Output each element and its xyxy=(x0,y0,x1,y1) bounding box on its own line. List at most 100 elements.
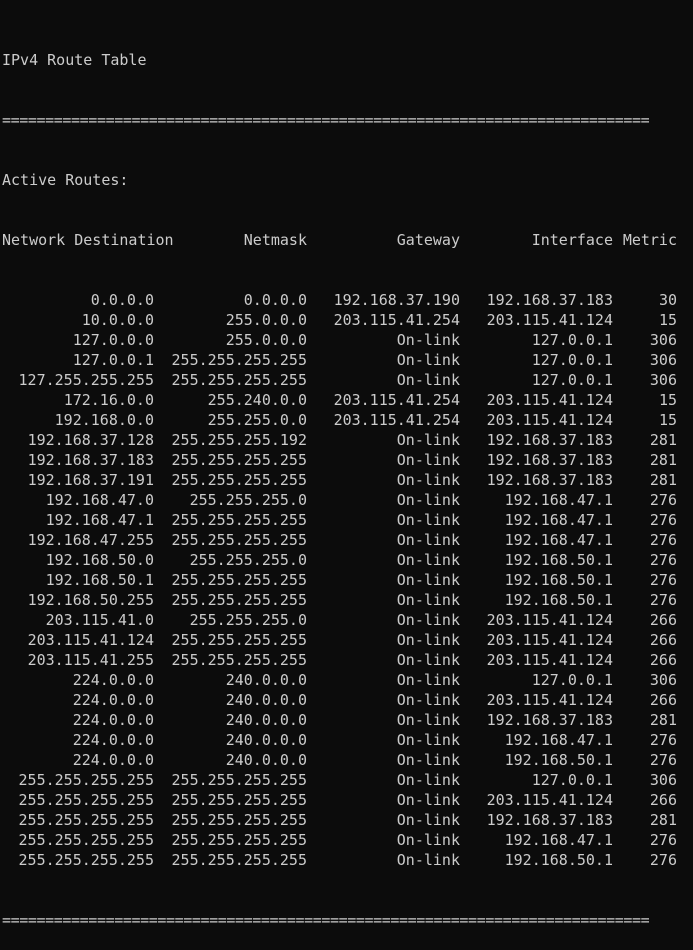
table-row: 192.168.37.183 255.255.255.255 On-link 192.… xyxy=(2,450,691,470)
route-destination: 127.0.0.1 xyxy=(72,351,154,369)
table-row: 192.168.47.255 255.255.255.255 On-link 192.… xyxy=(2,530,691,550)
route-gateway: On-link xyxy=(396,711,460,729)
route-gateway: On-link xyxy=(396,371,460,389)
route-netmask: 255.255.255.255 xyxy=(171,451,307,469)
route-metric: 276 xyxy=(649,591,677,609)
route-destination: 192.168.47.255 xyxy=(27,531,154,549)
route-interface: 203.115.41.124 xyxy=(486,391,613,409)
route-interface: 127.0.0.1 xyxy=(531,331,613,349)
route-destination: 255.255.255.255 xyxy=(18,771,154,789)
route-destination: 224.0.0.0 xyxy=(72,751,154,769)
route-netmask: 240.0.0.0 xyxy=(225,711,307,729)
console-output: IPv4 Route Table =======================… xyxy=(2,10,691,950)
table-row: 224.0.0.0 240.0.0.0 On-link 203.115.41.124 2… xyxy=(2,690,691,710)
route-metric: 266 xyxy=(649,631,677,649)
route-netmask: 255.255.255.255 xyxy=(171,791,307,809)
route-gateway: On-link xyxy=(396,351,460,369)
table-row: 255.255.255.255 255.255.255.255 On-link 192… xyxy=(2,850,691,870)
route-metric: 281 xyxy=(649,431,677,449)
route-interface: 127.0.0.1 xyxy=(531,371,613,389)
route-metric: 276 xyxy=(649,751,677,769)
route-metric: 306 xyxy=(649,371,677,389)
table-row: 255.255.255.255 255.255.255.255 On-link 192… xyxy=(2,810,691,830)
route-netmask: 255.255.255.255 xyxy=(171,571,307,589)
route-gateway: On-link xyxy=(396,651,460,669)
route-destination: 192.168.50.0 xyxy=(45,551,154,569)
route-gateway: On-link xyxy=(396,531,460,549)
route-interface: 192.168.37.183 xyxy=(486,291,613,309)
table-row: 255.255.255.255 255.255.255.255 On-link 192… xyxy=(2,830,691,850)
route-gateway: On-link xyxy=(396,811,460,829)
route-netmask: 255.255.255.192 xyxy=(171,431,307,449)
table-row: 0.0.0.0 0.0.0.0 192.168.37.190 192.168.37.1… xyxy=(2,290,691,310)
route-metric: 306 xyxy=(649,771,677,789)
route-gateway: 192.168.37.190 xyxy=(333,291,460,309)
route-destination: 224.0.0.0 xyxy=(72,691,154,709)
route-gateway: On-link xyxy=(396,851,460,869)
route-destination: 0.0.0.0 xyxy=(90,291,154,309)
route-netmask: 255.255.255.0 xyxy=(189,491,307,509)
table-row: 224.0.0.0 240.0.0.0 On-link 192.168.50.1 276 xyxy=(2,750,691,770)
route-destination: 224.0.0.0 xyxy=(72,731,154,749)
route-interface: 192.168.47.1 xyxy=(504,511,613,529)
route-interface: 203.115.41.124 xyxy=(486,691,613,709)
route-interface: 203.115.41.124 xyxy=(486,611,613,629)
table-row: 192.168.47.1 255.255.255.255 On-link 192.16… xyxy=(2,510,691,530)
route-netmask: 255.255.255.0 xyxy=(189,611,307,629)
table-row: 203.115.41.124 255.255.255.255 On-link 203.… xyxy=(2,630,691,650)
route-interface: 192.168.50.1 xyxy=(504,851,613,869)
route-netmask: 255.255.255.255 xyxy=(171,811,307,829)
route-netmask: 255.0.0.0 xyxy=(225,331,307,349)
route-metric: 30 xyxy=(658,291,677,309)
route-metric: 266 xyxy=(649,691,677,709)
table-row: 127.255.255.255 255.255.255.255 On-link 127… xyxy=(2,370,691,390)
route-netmask: 255.0.0.0 xyxy=(225,311,307,329)
route-gateway: On-link xyxy=(396,451,460,469)
route-metric: 306 xyxy=(649,671,677,689)
route-gateway: On-link xyxy=(396,751,460,769)
route-netmask: 255.240.0.0 xyxy=(207,391,307,409)
route-netmask: 255.255.255.0 xyxy=(189,551,307,569)
route-interface: 192.168.47.1 xyxy=(504,531,613,549)
route-metric: 281 xyxy=(649,711,677,729)
route-interface: 203.115.41.124 xyxy=(486,411,613,429)
route-metric: 276 xyxy=(649,491,677,509)
route-destination: 192.168.0.0 xyxy=(54,411,154,429)
route-gateway: 203.115.41.254 xyxy=(333,311,460,329)
route-metric: 266 xyxy=(649,651,677,669)
route-netmask: 255.255.255.255 xyxy=(171,511,307,529)
route-destination: 224.0.0.0 xyxy=(72,711,154,729)
table-row: 224.0.0.0 240.0.0.0 On-link 127.0.0.1 306 xyxy=(2,670,691,690)
route-gateway: On-link xyxy=(396,571,460,589)
route-netmask: 255.255.255.255 xyxy=(171,351,307,369)
route-gateway: On-link xyxy=(396,471,460,489)
route-metric: 276 xyxy=(649,511,677,529)
route-netmask: 240.0.0.0 xyxy=(225,671,307,689)
route-netmask: 240.0.0.0 xyxy=(225,751,307,769)
route-interface: 203.115.41.124 xyxy=(486,791,613,809)
route-gateway: On-link xyxy=(396,671,460,689)
route-interface: 192.168.37.183 xyxy=(486,451,613,469)
route-gateway: On-link xyxy=(396,831,460,849)
route-metric: 306 xyxy=(649,331,677,349)
route-metric: 266 xyxy=(649,791,677,809)
route-destination: 192.168.37.183 xyxy=(27,451,154,469)
separator-line: ========================================… xyxy=(2,911,650,929)
route-gateway: On-link xyxy=(396,511,460,529)
route-destination: 255.255.255.255 xyxy=(18,831,154,849)
route-netmask: 255.255.255.255 xyxy=(171,771,307,789)
table-row: 192.168.37.128 255.255.255.192 On-link 192.… xyxy=(2,430,691,450)
route-destination: 192.168.37.191 xyxy=(27,471,154,489)
route-netmask: 255.255.0.0 xyxy=(207,411,307,429)
route-destination: 203.115.41.255 xyxy=(27,651,154,669)
route-netmask: 240.0.0.0 xyxy=(225,731,307,749)
route-metric: 281 xyxy=(649,451,677,469)
route-interface: 192.168.37.183 xyxy=(486,711,613,729)
table-row: 255.255.255.255 255.255.255.255 On-link 127… xyxy=(2,770,691,790)
route-destination: 203.115.41.0 xyxy=(45,611,154,629)
route-table-title: IPv4 Route Table xyxy=(2,51,147,69)
route-gateway: On-link xyxy=(396,431,460,449)
header-metric: Metric xyxy=(622,231,677,249)
route-gateway: 203.115.41.254 xyxy=(333,411,460,429)
table-row: 224.0.0.0 240.0.0.0 On-link 192.168.37.183 2… xyxy=(2,710,691,730)
